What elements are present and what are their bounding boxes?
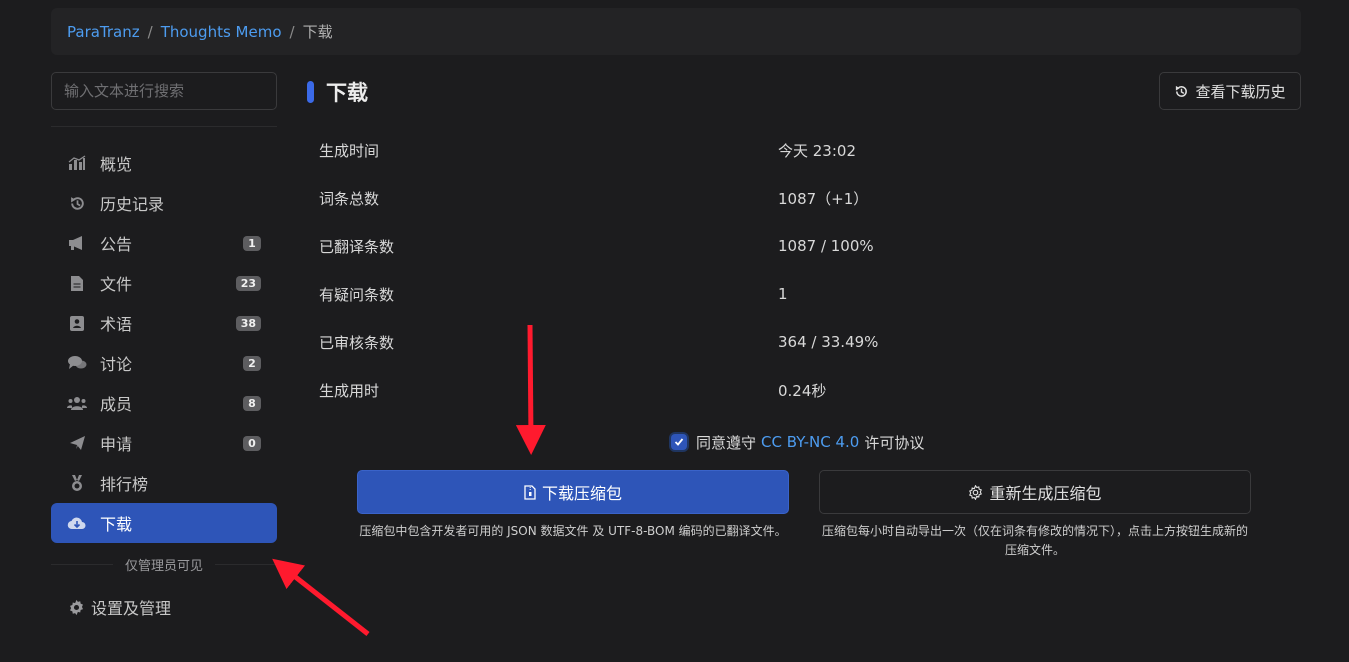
count-badge: 2 (243, 355, 261, 371)
breadcrumb-project-link[interactable]: Thoughts Memo (161, 23, 282, 41)
annotation-arrow-diagonal (272, 558, 370, 636)
sidebar-item-history[interactable]: 历史记录 (51, 183, 277, 223)
view-download-history-label: 查看下载历史 (1195, 82, 1286, 101)
file-icon (67, 273, 87, 293)
sidebar-item-label: 下载 (100, 515, 133, 534)
stat-value: 1087（+1） (778, 189, 869, 208)
sidebar-divider (51, 126, 277, 127)
title-accent-bar (307, 81, 314, 103)
comments-icon (67, 353, 87, 373)
stat-key: 生成用时 (319, 381, 380, 400)
page-title: 下载 (326, 81, 368, 105)
megaphone-icon (67, 233, 87, 253)
chart-icon (67, 153, 87, 173)
gear-icon (68, 599, 85, 616)
users-icon (67, 393, 87, 413)
sidebar-item-applications[interactable]: 申请 0 (51, 423, 277, 463)
download-zip-label: 下载压缩包 (541, 484, 622, 503)
sidebar-item-label: 术语 (100, 315, 133, 334)
admin-only-divider: 仅管理员可见 (51, 554, 278, 574)
sidebar-item-members[interactable]: 成员 8 (51, 383, 277, 423)
count-badge: 23 (235, 275, 261, 291)
paper-plane-icon (67, 433, 87, 453)
stat-value: 364 / 33.49% (778, 333, 879, 351)
license-agreement: 同意遵守 CC BY-NC 4.0 许可协议 (671, 431, 924, 453)
stat-key: 生成时间 (319, 141, 380, 160)
count-badge: 8 (243, 395, 261, 411)
sidebar-item-label: 公告 (100, 235, 133, 254)
sidebar-item-label: 历史记录 (100, 195, 165, 214)
stat-row: 词条总数 1087（+1） (319, 174, 1299, 222)
sidebar-item-label: 成员 (100, 395, 133, 414)
agree-suffix: 许可协议 (864, 433, 925, 452)
agree-prefix: 同意遵守 (696, 433, 757, 452)
license-link[interactable]: CC BY-NC 4.0 (761, 433, 859, 451)
stat-row: 已审核条数 364 / 33.49% (319, 318, 1299, 366)
gear-icon (968, 484, 983, 500)
breadcrumb-separator: / (147, 22, 153, 41)
regenerate-zip-label: 重新生成压缩包 (989, 484, 1102, 503)
medal-icon (67, 473, 87, 493)
agree-checkbox[interactable] (671, 434, 687, 450)
cloud-download-icon (67, 513, 87, 533)
sidebar-item-overview[interactable]: 概览 (51, 143, 277, 183)
regenerate-zip-button[interactable]: 重新生成压缩包 (819, 470, 1251, 514)
history-icon (1174, 84, 1189, 99)
sidebar-item-label: 讨论 (100, 355, 133, 374)
stat-key: 词条总数 (319, 189, 380, 208)
sidebar-item-download[interactable]: 下载 (51, 503, 277, 543)
stat-key: 有疑问条数 (319, 285, 395, 304)
view-download-history-button[interactable]: 查看下载历史 (1159, 72, 1301, 110)
breadcrumb-root-link[interactable]: ParaTranz (67, 23, 140, 41)
stat-value: 今天 23:02 (778, 141, 856, 160)
sidebar-item-label: 概览 (100, 155, 133, 174)
sidebar-item-label: 文件 (100, 275, 133, 294)
stat-row: 生成用时 0.24秒 (319, 366, 1299, 414)
count-badge: 0 (243, 435, 261, 451)
sidebar-item-discussions[interactable]: 讨论 2 (51, 343, 277, 383)
sidebar-item-terms[interactable]: 术语 38 (51, 303, 277, 343)
sidebar-item-label: 申请 (100, 435, 133, 454)
stat-key: 已审核条数 (319, 333, 395, 352)
download-zip-button[interactable]: 下载压缩包 (357, 470, 789, 514)
stat-row: 生成时间 今天 23:02 (319, 126, 1299, 174)
stat-value: 1087 / 100% (778, 237, 874, 255)
file-zip-icon (524, 484, 536, 500)
history-icon (67, 193, 87, 213)
count-badge: 1 (243, 235, 261, 251)
download-note: 压缩包中包含开发者可用的 JSON 数据文件 及 UTF-8-BOM 编码的已翻… (359, 524, 787, 538)
sidebar-item-leaderboard[interactable]: 排行榜 (51, 463, 277, 503)
stat-value: 1 (778, 285, 788, 303)
stat-value: 0.24秒 (778, 381, 827, 400)
stat-row: 有疑问条数 1 (319, 270, 1299, 318)
sidebar-item-files[interactable]: 文件 23 (51, 263, 277, 303)
search-input[interactable] (51, 72, 277, 110)
sidebar-nav: 概览 历史记录 公告 1 文件 23 术语 38 讨论 2 成员 8 申请 0 … (51, 143, 277, 543)
breadcrumb-current: 下载 (302, 23, 333, 41)
breadcrumb-separator: / (289, 22, 295, 41)
sidebar-item-announcements[interactable]: 公告 1 (51, 223, 277, 263)
admin-only-label: 仅管理员可见 (125, 558, 204, 574)
count-badge: 38 (235, 315, 261, 331)
stat-key: 已翻译条数 (319, 237, 395, 256)
breadcrumb: ParaTranz / Thoughts Memo / 下载 (51, 8, 1301, 55)
stats-table: 生成时间 今天 23:02 词条总数 1087（+1） 已翻译条数 1087 /… (319, 126, 1299, 414)
page-header: 下载 (307, 80, 368, 105)
settings-label: 设置及管理 (91, 599, 172, 618)
stat-row: 已翻译条数 1087 / 100% (319, 222, 1299, 270)
settings-link[interactable]: 设置及管理 (68, 595, 171, 619)
book-icon (67, 313, 87, 333)
regenerate-note: 压缩包每小时自动导出一次（仅在词条有修改的情况下），点击上方按钮生成新的压缩文件… (821, 524, 1248, 557)
sidebar-item-label: 排行榜 (100, 475, 149, 494)
